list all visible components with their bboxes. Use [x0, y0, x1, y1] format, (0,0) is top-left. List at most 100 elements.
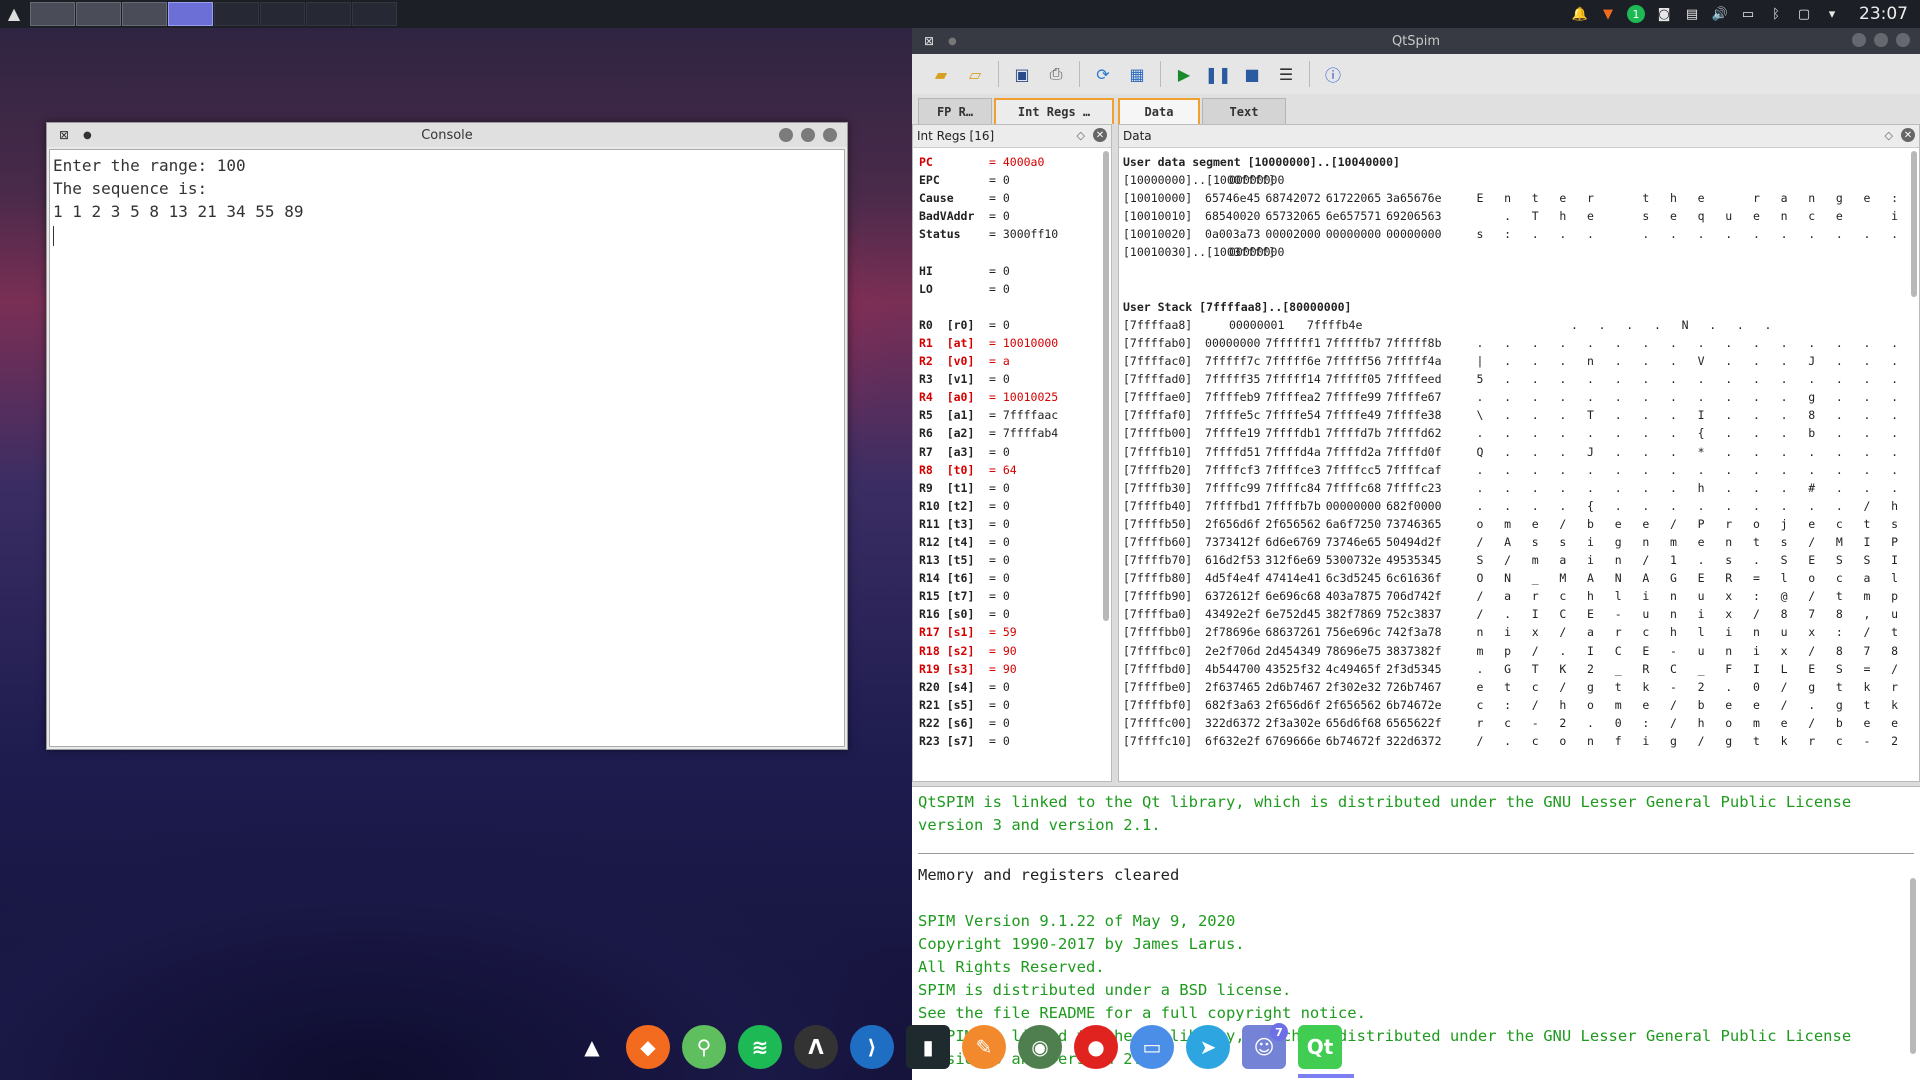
- brave-icon[interactable]: ▼: [1599, 5, 1617, 23]
- reinitialize-icon[interactable]: ⟳: [1088, 59, 1118, 89]
- register-row[interactable]: R8 [t0] = 64: [919, 461, 1097, 479]
- register-row[interactable]: R15 [t7] = 0: [919, 587, 1097, 605]
- tomato-timer-icon[interactable]: ●: [1074, 1025, 1118, 1069]
- register-row[interactable]: R20 [s4] = 0: [919, 678, 1097, 696]
- memory-dump[interactable]: User data segment [10000000]..[10040000]…: [1119, 147, 1905, 781]
- log-scrollbar[interactable]: [1910, 878, 1916, 1054]
- workspace-2[interactable]: [76, 2, 121, 26]
- register-row[interactable]: R1 [at] = 10010000: [919, 334, 1097, 352]
- memory-row[interactable]: [7ffffb40] 7ffffbd1 7ffffb7b 00000000 682f00…: [1123, 497, 1905, 515]
- close-pane-icon[interactable]: ✕: [1093, 128, 1107, 142]
- memory-row[interactable]: [7ffffbf0] 682f3a63 2f656d6f 2f656562 6b7467…: [1123, 696, 1905, 714]
- monitor-icon[interactable]: ▢: [1795, 5, 1813, 23]
- console-titlebar[interactable]: ⊠ ● Console: [47, 123, 847, 147]
- telegram-icon[interactable]: ➤: [1186, 1025, 1230, 1069]
- minimize-button[interactable]: [779, 128, 793, 142]
- memory-row[interactable]: [7ffffb00] 7ffffe19 7ffffdb1 7ffffd7b 7ffffd…: [1123, 424, 1905, 442]
- memory-row[interactable]: [10010010] 68540020 65732065 6e657571 692065…: [1123, 207, 1905, 225]
- memory-row[interactable]: [7ffffbe0] 2f637465 2d6b7467 2f302e32 726b74…: [1123, 678, 1905, 696]
- memory-row[interactable]: [7ffffb20] 7ffffcf3 7ffffce3 7ffffcc5 7ffffc…: [1123, 461, 1905, 479]
- register-row[interactable]: R23 [s7] = 0: [919, 732, 1097, 750]
- memory-row[interactable]: [10010020] 0a003a73 00002000 00000000 000000…: [1123, 225, 1905, 243]
- clipboard-icon[interactable]: ▤: [1683, 5, 1701, 23]
- float-pane-icon[interactable]: ◇: [1885, 129, 1893, 142]
- register-row[interactable]: R13 [t5] = 0: [919, 551, 1097, 569]
- minimize-button[interactable]: [1852, 33, 1866, 47]
- register-row[interactable]: R9 [t1] = 0: [919, 479, 1097, 497]
- volume-icon[interactable]: 🔊: [1711, 5, 1729, 23]
- register-row[interactable]: R19 [s3] = 90: [919, 660, 1097, 678]
- reload-file-icon[interactable]: ▱: [960, 59, 990, 89]
- memory-row[interactable]: [7ffffb90] 6372612f 6e696c68 403a7875 706d74…: [1123, 587, 1905, 605]
- stop-icon[interactable]: ■: [1237, 59, 1267, 89]
- close-button[interactable]: [1896, 33, 1910, 47]
- close-button[interactable]: [823, 128, 837, 142]
- draw-pen-icon[interactable]: ✎: [962, 1025, 1006, 1069]
- memory-row[interactable]: [7ffffc10] 6f632e2f 6769666e 6b74672f 322d63…: [1123, 732, 1905, 750]
- vscode-icon[interactable]: ⟩: [850, 1025, 894, 1069]
- close-pane-icon[interactable]: ✕: [1901, 128, 1915, 142]
- register-row[interactable]: R18 [s2] = 90: [919, 642, 1097, 660]
- memory-row[interactable]: [7ffffab0] 00000000 7ffffff1 7fffffb7 7fffff…: [1123, 334, 1905, 352]
- memory-row[interactable]: [7ffffb70] 616d2f53 312f6e69 5300732e 495353…: [1123, 551, 1905, 569]
- register-row[interactable]: R14 [t6] = 0: [919, 569, 1097, 587]
- pin-dot-icon[interactable]: ●: [948, 36, 957, 47]
- memory-row[interactable]: [7ffffbb0] 2f78696e 68637261 756e696c 742f3a…: [1123, 623, 1905, 641]
- register-row[interactable]: BadVAddr = 0: [919, 207, 1097, 225]
- spotify-icon[interactable]: ≋: [738, 1025, 782, 1069]
- register-row[interactable]: LO = 0: [919, 280, 1097, 298]
- register-row[interactable]: HI = 0: [919, 262, 1097, 280]
- pin-dot-icon[interactable]: ●: [83, 130, 92, 141]
- memory-row[interactable]: [7ffffbd0] 4b544700 43525f32 4c49465f 2f3d53…: [1123, 660, 1905, 678]
- memory-row[interactable]: [7ffffbc0] 2e2f706d 2d454349 78696e75 383738…: [1123, 642, 1905, 660]
- run-icon[interactable]: ▶: [1169, 59, 1199, 89]
- memory-row[interactable]: [7ffffaa8] 00000001 7ffffb4e . . . . N . . …: [1123, 316, 1905, 334]
- register-row[interactable]: R10 [t2] = 0: [919, 497, 1097, 515]
- register-row[interactable]: R12 [t4] = 0: [919, 533, 1097, 551]
- tab-data[interactable]: Data: [1118, 98, 1200, 124]
- memory-row[interactable]: [7ffffad0] 7fffff35 7fffff14 7fffff05 7ffffe…: [1123, 370, 1905, 388]
- memory-row[interactable]: [10000000]..[1000ffff] 00000000: [1123, 171, 1905, 189]
- tab-text[interactable]: Text: [1202, 98, 1286, 124]
- android-studio-icon[interactable]: ◉: [1018, 1025, 1062, 1069]
- workspace-3[interactable]: [122, 2, 167, 26]
- memory-row[interactable]: [7ffffae0] 7ffffeb9 7ffffea2 7ffffe99 7ffffe…: [1123, 388, 1905, 406]
- brave-browser-icon[interactable]: ◆: [626, 1025, 670, 1069]
- memory-row[interactable]: [7ffffaf0] 7ffffe5c 7ffffe54 7ffffe49 7ffffe…: [1123, 406, 1905, 424]
- files-folder-icon[interactable]: ▭: [1130, 1025, 1174, 1069]
- register-row[interactable]: R17 [s1] = 59: [919, 623, 1097, 641]
- memory-row[interactable]: [7ffffb30] 7ffffc99 7ffffc84 7ffffc68 7ffffc…: [1123, 479, 1905, 497]
- workspace-1[interactable]: [30, 2, 75, 26]
- register-row[interactable]: R22 [s6] = 0: [919, 714, 1097, 732]
- register-row[interactable]: R0 [r0] = 0: [919, 316, 1097, 334]
- register-row[interactable]: R7 [a3] = 0: [919, 443, 1097, 461]
- register-row[interactable]: R16 [s0] = 0: [919, 605, 1097, 623]
- qtspim-titlebar[interactable]: ⊠ ● QtSpim: [912, 28, 1920, 54]
- workspace-8[interactable]: [352, 2, 397, 26]
- discord-icon[interactable]: ☺ 7: [1242, 1023, 1288, 1069]
- mountain-logo-icon[interactable]: ▲: [2, 3, 26, 25]
- register-row[interactable]: Status = 3000ff10: [919, 225, 1097, 243]
- console-output[interactable]: Enter the range: 100 The sequence is: 1 …: [49, 149, 845, 747]
- register-row[interactable]: R5 [a1] = 7ffffaac: [919, 406, 1097, 424]
- bell-icon[interactable]: 🔔: [1571, 5, 1589, 23]
- memory-row[interactable]: [7ffffb80] 4d5f4e4f 47414e41 6c3d5245 6c6163…: [1123, 569, 1905, 587]
- help-icon[interactable]: ⓘ: [1318, 59, 1348, 89]
- float-pane-icon[interactable]: ◇: [1077, 129, 1085, 142]
- workspace-4[interactable]: [168, 2, 213, 26]
- workspace-6[interactable]: [260, 2, 305, 26]
- register-row[interactable]: Cause = 0: [919, 189, 1097, 207]
- register-row[interactable]: R11 [t3] = 0: [919, 515, 1097, 533]
- print-icon[interactable]: ⎙: [1041, 59, 1071, 89]
- memory-row[interactable]: [10010000] 65746e45 68742072 61722065 3a6567…: [1123, 189, 1905, 207]
- maximize-button[interactable]: [801, 128, 815, 142]
- register-scrollbar[interactable]: [1103, 151, 1109, 621]
- tab-int-regs[interactable]: Int Regs …: [994, 98, 1114, 124]
- clock[interactable]: 23:07: [1859, 4, 1908, 24]
- register-row[interactable]: R3 [v1] = 0: [919, 370, 1097, 388]
- register-row[interactable]: R2 [v0] = a: [919, 352, 1097, 370]
- window-menu-icon[interactable]: ⊠: [922, 34, 936, 48]
- save-icon[interactable]: ▣: [1007, 59, 1037, 89]
- battery-icon[interactable]: ▭: [1739, 5, 1757, 23]
- maps-pin-icon[interactable]: ⚲: [682, 1025, 726, 1069]
